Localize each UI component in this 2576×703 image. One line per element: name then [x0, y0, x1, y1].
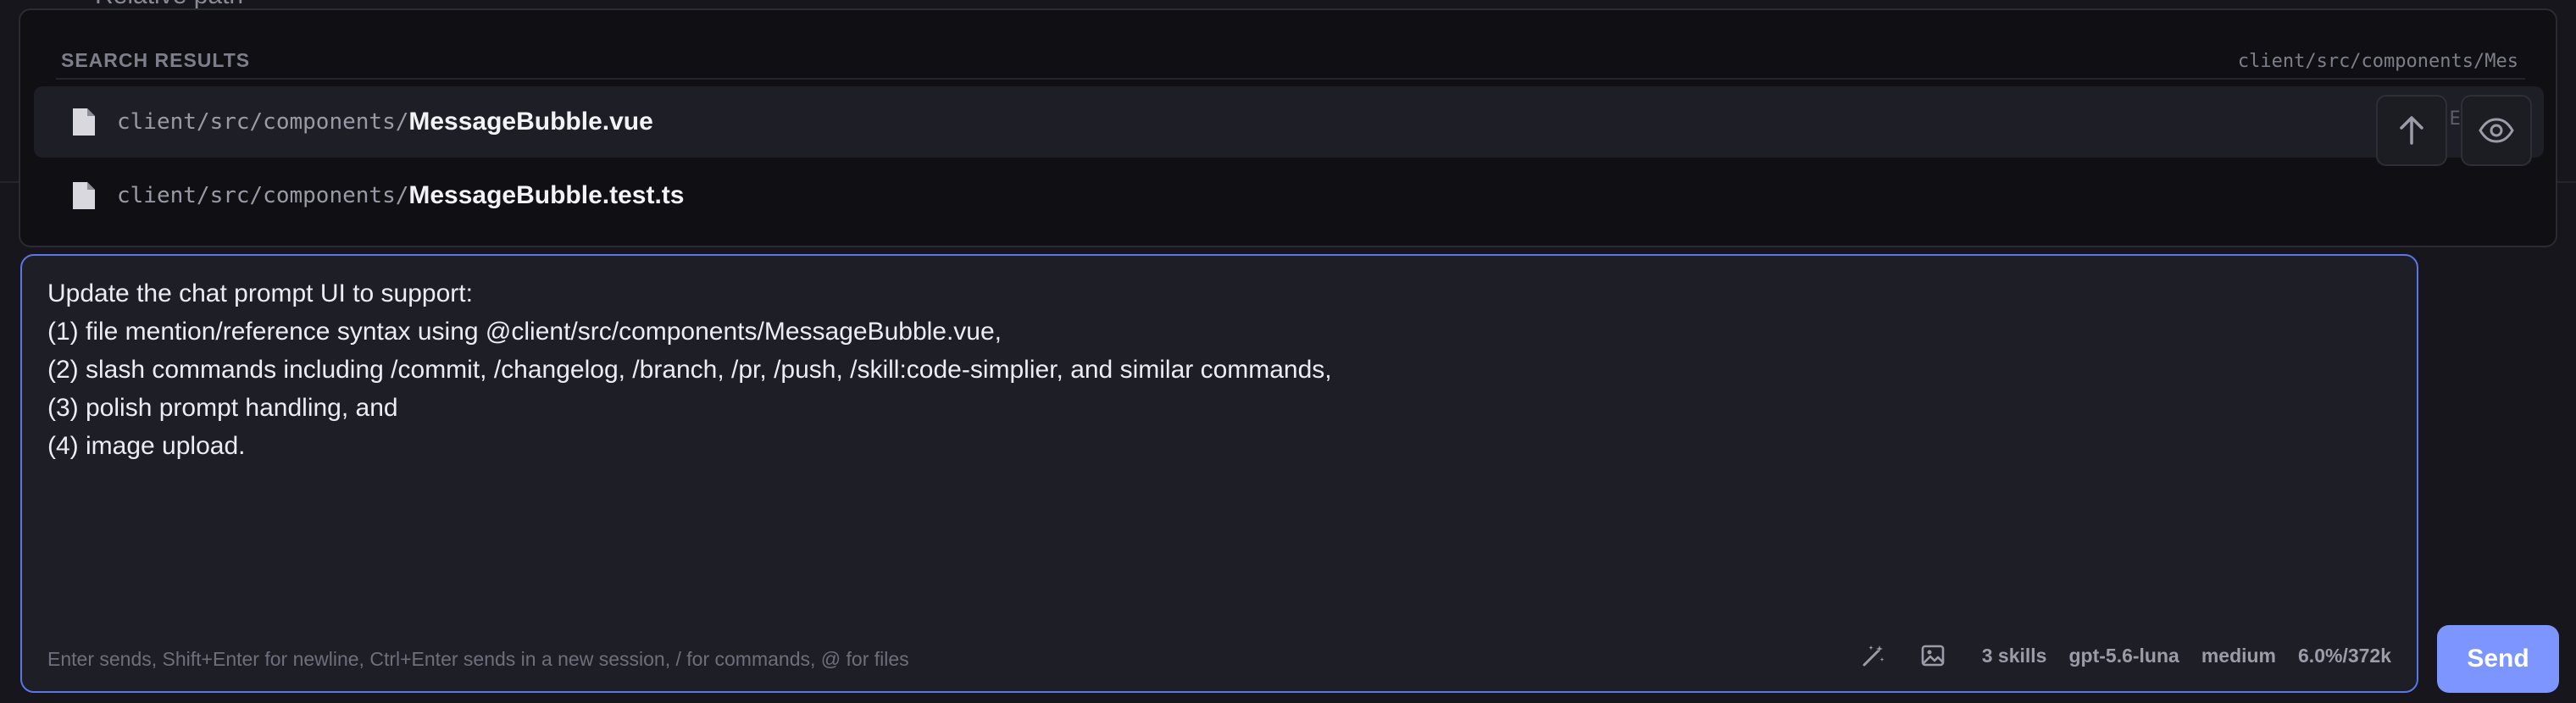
prompt-line: (2) slash commands including /commit, /c… [47, 356, 1332, 384]
result-directory: client/src/components/ [117, 109, 409, 135]
prompt-toolbar: 3 skills gpt-5.6-luna medium 6.0%/372k [1828, 639, 2391, 673]
prompt-line: (3) polish prompt handling, and [47, 394, 398, 422]
polish-prompt-button[interactable] [1860, 642, 1887, 669]
send-button[interactable]: Send [2437, 625, 2559, 693]
search-result-item[interactable]: client/src/components/ MessageBubble.vue [34, 86, 2544, 158]
skills-selector[interactable]: 3 skills [1982, 645, 2047, 667]
file-icon [73, 182, 95, 209]
file-icon [73, 108, 95, 136]
result-filename: MessageBubble.vue [408, 108, 653, 136]
keyboard-hint: Enter sends, Shift+Enter for newline, Ct… [47, 648, 909, 670]
preview-button[interactable] [2461, 95, 2532, 166]
image-upload-button[interactable] [1919, 642, 1946, 669]
prompt-editor[interactable]: Update the chat prompt UI to support: (1… [20, 254, 2418, 693]
arrow-up-icon [2400, 116, 2423, 145]
search-header-divider [56, 78, 2525, 80]
search-result-item[interactable]: client/src/components/ MessageBubble.tes… [34, 160, 2544, 231]
scroll-up-button[interactable] [2376, 95, 2447, 166]
prompt-line: (1) file mention/reference syntax using … [47, 318, 1002, 346]
prompt-line: Update the chat prompt UI to support: [47, 280, 473, 307]
prompt-text[interactable]: Update the chat prompt UI to support: (1… [47, 274, 2391, 465]
search-results-header: SEARCH RESULTS client/src/components/Mes [61, 49, 2518, 76]
search-query-path: client/src/components/Mes [2237, 51, 2518, 72]
eye-icon [2479, 118, 2514, 143]
effort-selector[interactable]: medium [2201, 645, 2276, 667]
result-filename: MessageBubble.test.ts [408, 181, 685, 209]
prompt-line: (4) image upload. [47, 432, 246, 460]
search-results-popover: SEARCH RESULTS client/src/components/Mes… [19, 8, 2557, 247]
magic-wand-icon [1863, 645, 1885, 667]
model-selector[interactable]: gpt-5.6-luna [2068, 645, 2179, 667]
context-usage: 6.0%/372k [2298, 644, 2391, 667]
search-results-title: SEARCH RESULTS [61, 49, 251, 71]
result-directory: client/src/components/ [117, 183, 409, 208]
image-icon [1921, 645, 1945, 667]
